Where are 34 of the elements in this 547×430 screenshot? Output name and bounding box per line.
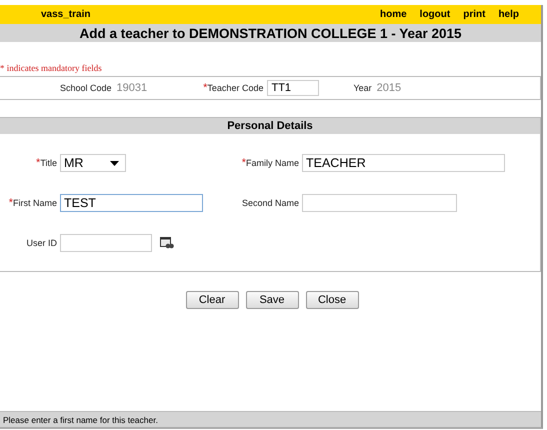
text-field[interactable]: TEST — [60, 194, 203, 212]
field-label: Title — [40, 158, 57, 168]
nav-link[interactable]: home — [380, 9, 407, 20]
form-button[interactable]: Save — [246, 291, 298, 309]
field-label: First Name — [12, 198, 57, 208]
title-dropdown[interactable]: MR — [60, 154, 126, 172]
mandatory-note: * indicates mandatory fields — [0, 63, 103, 73]
required-mark: * — [8, 197, 13, 209]
nav-link[interactable]: print — [463, 9, 486, 20]
dropdown-caret-icon — [110, 160, 119, 166]
section-title: Personal Details — [227, 120, 313, 132]
required-mark: * — [203, 82, 208, 94]
nav-link[interactable]: help — [498, 9, 519, 20]
status-message: Please enter a first name for this teacher. — [3, 414, 158, 424]
required-mark: * — [36, 157, 40, 169]
form-button[interactable]: Clear — [186, 291, 238, 309]
field-label: User ID — [26, 238, 57, 248]
user-search-icon[interactable] — [160, 236, 174, 250]
field-label: Family Name — [246, 158, 299, 168]
field-label: School Code — [60, 83, 112, 93]
field-label: Second Name — [242, 198, 299, 208]
text-field[interactable] — [60, 234, 152, 252]
field-label: Teacher Code — [207, 83, 264, 93]
field-value: 19031 — [116, 82, 148, 94]
text-field[interactable] — [302, 194, 457, 212]
form-button[interactable]: Close — [306, 291, 358, 309]
field-label: Year — [353, 83, 372, 93]
required-mark: * — [242, 157, 246, 169]
field-value: 2015 — [376, 82, 402, 94]
username: vass_train — [41, 9, 90, 20]
page-title: Add a teacher to DEMONSTRATION COLLEGE 1 - Year 2015 — [79, 26, 462, 40]
nav-link[interactable]: logout — [420, 9, 450, 20]
text-field[interactable]: TEACHER — [302, 154, 505, 172]
text-field[interactable]: TT1 — [267, 80, 320, 96]
